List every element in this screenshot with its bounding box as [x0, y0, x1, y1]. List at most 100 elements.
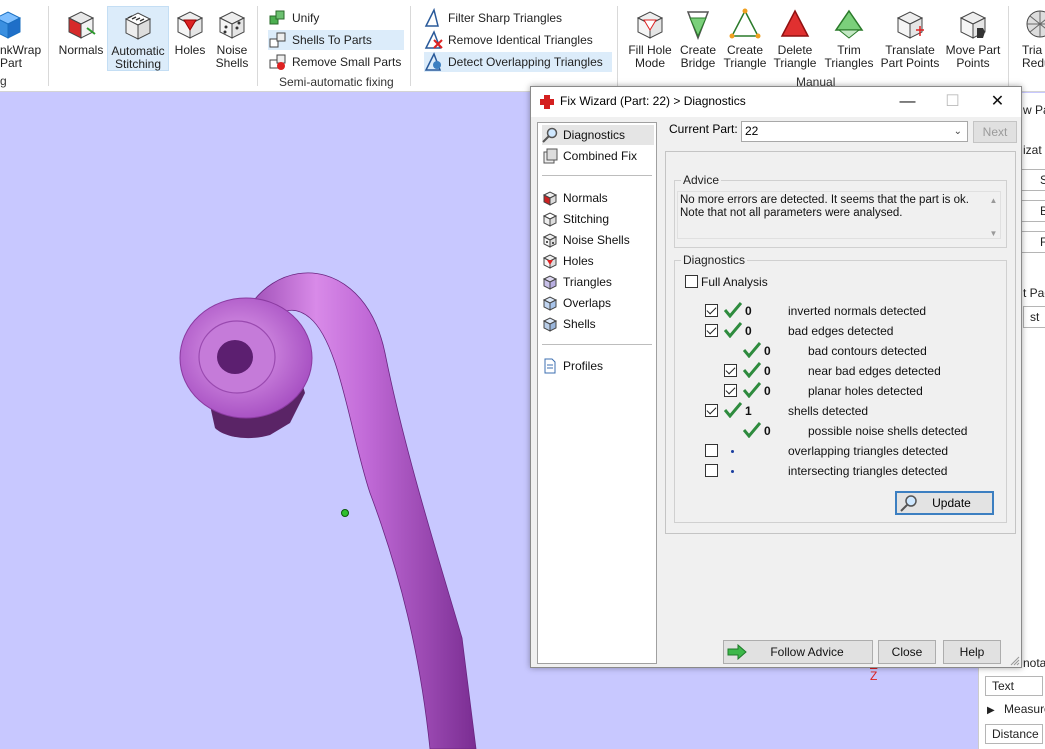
holes-label: Holes: [174, 43, 206, 57]
near-bad-edges-label: near bad edges detected: [808, 364, 941, 378]
intersecting-checkbox[interactable]: [705, 464, 718, 477]
create-triangle-button[interactable]: Create Triangle: [722, 6, 768, 72]
move-part-points-button[interactable]: Move Part Points: [944, 6, 1002, 72]
minimize-button[interactable]: —: [885, 87, 930, 117]
remove-small-parts-button[interactable]: Remove Small Parts: [268, 52, 401, 72]
shrinkwrap-part-button[interactable]: nkWrap Part: [0, 6, 42, 72]
measure-label: Measure: [1004, 702, 1045, 716]
current-part-value: 22: [745, 124, 759, 138]
remove-small-parts-label: Remove Small Parts: [292, 55, 402, 69]
nav-item-profiles[interactable]: Profiles: [542, 356, 654, 376]
not-analysed-dot-icon: [731, 450, 734, 453]
bad-contours-count: 0: [764, 344, 771, 358]
shrinkwrap-icon: [0, 11, 22, 39]
overlapping-checkbox[interactable]: [705, 444, 718, 457]
nav-label-holes: Holes: [563, 254, 594, 268]
advice-group: Advice No more errors are detected. It s…: [674, 173, 1007, 248]
trim-triangles-button[interactable]: Trim Triangles: [822, 6, 876, 72]
nav-label-diagnostics: Diagnostics: [563, 128, 626, 142]
nav-item-stitching[interactable]: Stitching: [542, 209, 654, 229]
triangles-icon: [542, 275, 558, 290]
distance-field[interactable]: Distance: [985, 724, 1043, 744]
filter-sharp-triangles-button[interactable]: Filter Sharp Triangles: [424, 8, 562, 28]
panel-field-st[interactable]: st: [1023, 306, 1045, 328]
delete-triangle-button[interactable]: Delete Triangle: [771, 6, 819, 72]
detect-overlap-label: Detect Overlapping Triangles: [448, 55, 603, 69]
panel-dropdown-b[interactable]: B: [1021, 200, 1045, 222]
close-window-button[interactable]: ✕: [975, 87, 1020, 117]
ok-check-icon: [743, 362, 761, 378]
create-bridge-label-2: Bridge: [680, 56, 716, 70]
shrinkwrap-label-2: Part: [0, 56, 23, 70]
shells-label: shells detected: [788, 404, 869, 418]
create-bridge-button[interactable]: Create Bridge: [676, 6, 720, 72]
automatic-stitching-button[interactable]: Automatic Stitching: [107, 6, 169, 71]
ribbon-separator: [48, 6, 49, 86]
planar-holes-checkbox[interactable]: [724, 384, 737, 397]
near-bad-edges-checkbox[interactable]: [724, 364, 737, 377]
ribbon-separator: [617, 6, 618, 86]
scroll-down-icon[interactable]: ▼: [987, 227, 1000, 240]
nav-item-noise-shells[interactable]: Noise Shells: [542, 230, 654, 250]
panel-dropdown-f[interactable]: F: [1021, 231, 1045, 253]
holes-button[interactable]: Holes: [171, 6, 209, 72]
dialog-titlebar[interactable]: Fix Wizard (Part: 22) > Diagnostics — ☐ …: [531, 87, 1021, 117]
text-field[interactable]: Text: [985, 676, 1043, 696]
close-button[interactable]: Close: [878, 640, 936, 664]
measure-row[interactable]: ▶ Measure: [987, 702, 1045, 716]
advice-scrollbar[interactable]: ▲ ▼: [987, 192, 1000, 238]
ok-check-icon: [724, 402, 742, 418]
noise-shells-icon: [542, 233, 558, 248]
filter-sharp-label: Filter Sharp Triangles: [448, 11, 563, 25]
panel-text-b: B: [1040, 204, 1045, 218]
planar-holes-label: planar holes detected: [808, 384, 923, 398]
fill-hole-icon: [636, 11, 664, 39]
translate-points-icon: [896, 11, 924, 39]
normals-cube-icon: [542, 191, 558, 206]
z-axis-label: Z: [870, 669, 878, 683]
nav-item-combined-fix[interactable]: Combined Fix: [542, 146, 654, 166]
detect-overlapping-triangles-button[interactable]: Detect Overlapping Triangles: [424, 52, 612, 72]
triangle-reduction-button[interactable]: Tria Redu: [1016, 6, 1045, 72]
scroll-up-icon[interactable]: ▲: [987, 194, 1000, 207]
full-analysis-checkbox[interactable]: [685, 275, 698, 288]
remove-identical-icon: [424, 30, 443, 49]
nav-item-diagnostics[interactable]: Diagnostics: [542, 125, 654, 145]
move-points-icon: [959, 11, 987, 39]
update-button[interactable]: Update: [895, 491, 994, 515]
unify-button[interactable]: Unify: [268, 8, 319, 28]
advice-group-title: Advice: [681, 173, 722, 187]
nav-item-shells[interactable]: Shells: [542, 314, 654, 334]
remove-identical-triangles-button[interactable]: Remove Identical Triangles: [424, 30, 593, 50]
inverted-normals-checkbox[interactable]: [705, 304, 718, 317]
noise-shells-button[interactable]: Noise Shells: [212, 6, 252, 72]
follow-advice-button[interactable]: Follow Advice: [723, 640, 873, 664]
panel-dropdown-s[interactable]: S: [1021, 169, 1045, 191]
ok-check-icon: [724, 322, 742, 338]
shells-checkbox[interactable]: [705, 404, 718, 417]
overlapping-label: overlapping triangles detected: [788, 444, 949, 458]
ribbon-separator: [1008, 6, 1009, 86]
follow-advice-label: Follow Advice: [770, 645, 844, 659]
panel-text-f: F: [1040, 235, 1045, 249]
current-part-select[interactable]: 22 ⌄: [741, 121, 968, 142]
shells-to-parts-button[interactable]: Shells To Parts: [268, 30, 404, 50]
next-button[interactable]: Next: [973, 121, 1017, 143]
help-button[interactable]: Help: [943, 640, 1001, 664]
translate-part-points-button[interactable]: Translate Part Points: [880, 6, 940, 72]
maximize-button[interactable]: ☐: [930, 87, 975, 117]
create-bridge-icon: [686, 11, 710, 40]
diagnostics-group-title: Diagnostics: [681, 253, 748, 267]
normals-button[interactable]: Normals: [58, 6, 104, 72]
bad-edges-checkbox[interactable]: [705, 324, 718, 337]
resize-grip-icon[interactable]: [1010, 656, 1020, 666]
nav-item-holes[interactable]: Holes: [542, 251, 654, 271]
nav-item-overlaps[interactable]: Overlaps: [542, 293, 654, 313]
nav-item-triangles[interactable]: Triangles: [542, 272, 654, 292]
fill-hole-mode-button[interactable]: Fill Hole Mode: [626, 6, 674, 72]
delete-tri-label-2: Triangle: [773, 56, 817, 70]
nav-item-normals[interactable]: Normals: [542, 188, 654, 208]
panel-text-1: w Pa: [1023, 103, 1045, 117]
planar-holes-count: 0: [764, 384, 771, 398]
fix-wizard-dialog: Fix Wizard (Part: 22) > Diagnostics — ☐ …: [530, 86, 1022, 668]
